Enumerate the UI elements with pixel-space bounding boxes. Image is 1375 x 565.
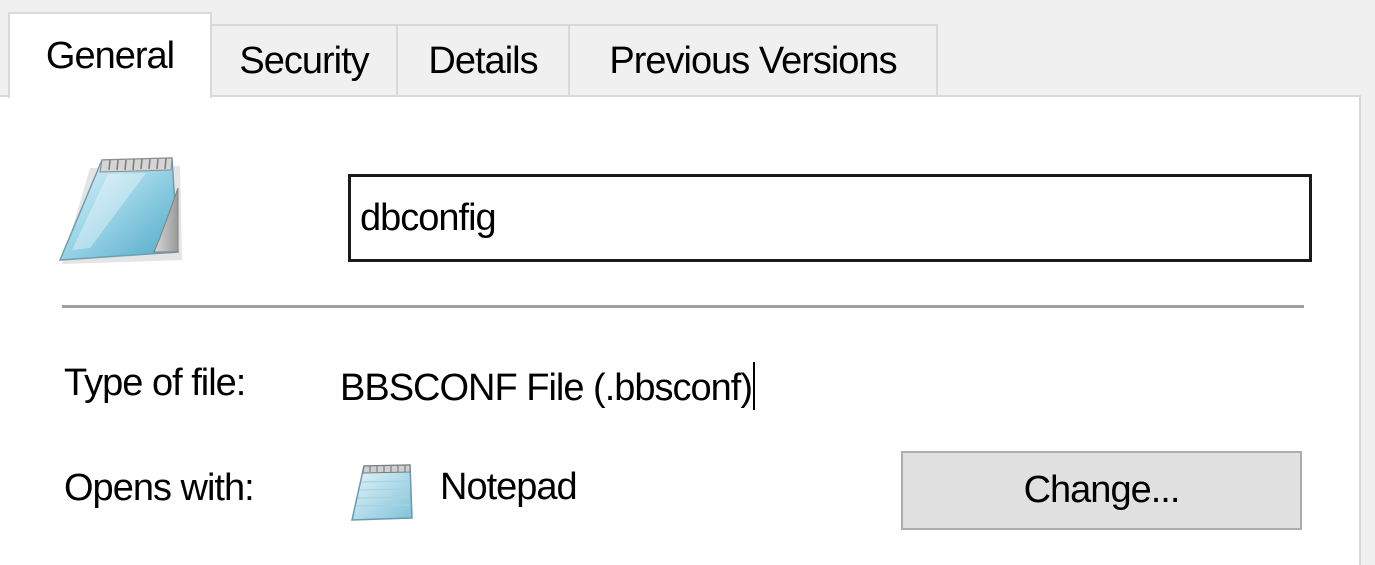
opens-with-label: Opens with: xyxy=(64,467,255,509)
tab-previous-versions[interactable]: Previous Versions xyxy=(568,24,938,96)
type-of-file-value: BBSCONF File (.bbsconf) xyxy=(340,362,755,410)
change-button-label: Change... xyxy=(1023,469,1181,511)
tab-previous-versions-label: Previous Versions xyxy=(609,39,897,82)
tab-security-label: Security xyxy=(239,39,369,82)
text-caret xyxy=(753,362,755,410)
type-of-file-label: Type of file: xyxy=(64,362,246,404)
tab-security[interactable]: Security xyxy=(210,24,398,96)
tab-general[interactable]: General xyxy=(8,12,212,98)
type-of-file-text: BBSCONF File (.bbsconf) xyxy=(340,367,753,409)
change-button[interactable]: Change... xyxy=(901,451,1302,530)
tab-details[interactable]: Details xyxy=(396,24,570,96)
tab-details-label: Details xyxy=(428,39,538,82)
file-name-input[interactable] xyxy=(348,174,1312,262)
opens-with-value: Notepad xyxy=(440,466,578,508)
divider xyxy=(62,305,1304,308)
tab-bar: General Security Details Previous Versio… xyxy=(0,0,1375,100)
notepad-document-icon xyxy=(58,157,182,264)
notepad-app-icon xyxy=(351,464,413,521)
tab-general-label: General xyxy=(45,34,175,77)
